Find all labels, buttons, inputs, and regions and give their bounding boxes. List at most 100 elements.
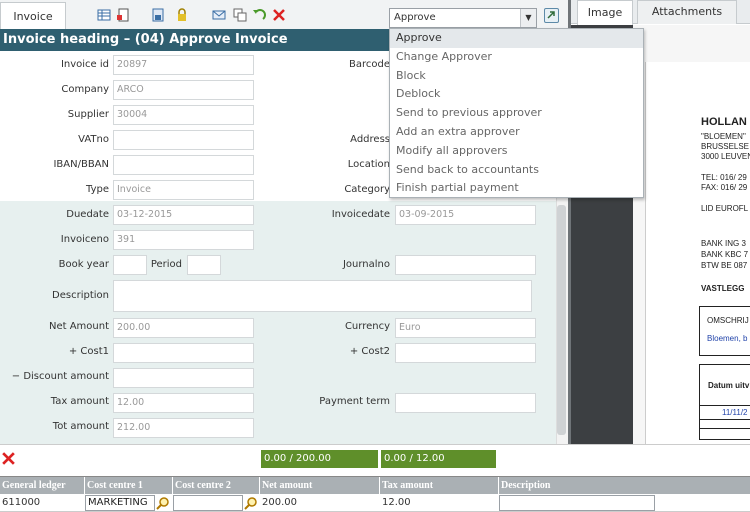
period-label: Period bbox=[150, 259, 182, 270]
description-field[interactable] bbox=[113, 280, 532, 312]
doc-bank1: BANK ING 3 bbox=[701, 239, 746, 248]
tab-image[interactable]: Image bbox=[577, 0, 633, 25]
cell-net-amount[interactable]: 200.00 bbox=[260, 494, 378, 512]
dropdown-option-approve[interactable]: Approve bbox=[390, 29, 643, 48]
book-year-field[interactable] bbox=[113, 255, 147, 275]
duedate-field[interactable]: 03-12-2015 bbox=[113, 205, 254, 225]
dropdown-option-block[interactable]: Block bbox=[390, 67, 643, 86]
doc-tel: TEL: 016/ 29 bbox=[701, 173, 747, 182]
doc-date: 11/11/2 bbox=[722, 408, 748, 417]
lock-icon[interactable] bbox=[175, 8, 189, 22]
dropdown-option-finish-partial[interactable]: Finish partial payment bbox=[390, 179, 643, 198]
supplier-field[interactable]: 30004 bbox=[113, 105, 254, 125]
list-view-icon[interactable] bbox=[97, 8, 111, 22]
cell-description-input[interactable] bbox=[499, 495, 655, 511]
invoice-id-label: Invoice id bbox=[60, 59, 109, 70]
net-total-box: 0.00 / 200.00 bbox=[261, 450, 378, 468]
dropdown-option-deblock[interactable]: Deblock bbox=[390, 85, 643, 104]
tot-amount-field[interactable]: 212.00 bbox=[113, 418, 254, 438]
invoice-id-field[interactable]: 20897 bbox=[113, 55, 254, 75]
delete-row-icon[interactable] bbox=[1, 451, 16, 466]
iban-label: IBAN/BBAN bbox=[53, 159, 109, 170]
dropdown-option-send-accountants[interactable]: Send back to accountants bbox=[390, 161, 643, 180]
invoicedate-field[interactable]: 03-09-2015 bbox=[395, 205, 536, 225]
delete-icon[interactable] bbox=[272, 8, 286, 22]
doc-addr3: 3000 LEUVEN bbox=[701, 152, 750, 161]
lookup-icon[interactable] bbox=[244, 496, 258, 510]
col-cost-centre-2[interactable]: Cost centre 2 bbox=[173, 477, 260, 495]
scrollbar-thumb[interactable] bbox=[557, 205, 566, 435]
supplier-label: Supplier bbox=[67, 109, 109, 120]
duedate-label: Duedate bbox=[66, 209, 109, 220]
cell-tax-amount[interactable]: 12.00 bbox=[380, 494, 498, 512]
undo-icon[interactable] bbox=[252, 8, 266, 22]
discount-field[interactable] bbox=[113, 368, 254, 388]
doc-datum: Datum uitv bbox=[708, 381, 750, 390]
invoiceno-field[interactable]: 391 bbox=[113, 230, 254, 250]
tax-total-box: 0.00 / 12.00 bbox=[381, 450, 496, 468]
iban-field[interactable] bbox=[113, 155, 254, 175]
col-description[interactable]: Description bbox=[499, 477, 750, 495]
tab-attachments[interactable]: Attachments bbox=[637, 0, 737, 24]
cell-cost-centre-1-input[interactable]: MARKETING bbox=[85, 495, 155, 511]
lookup-icon[interactable] bbox=[156, 496, 170, 510]
company-field[interactable]: ARCO bbox=[113, 80, 254, 100]
type-label: Type bbox=[86, 184, 109, 195]
col-cost-centre-1[interactable]: Cost centre 1 bbox=[85, 477, 173, 495]
doc-line bbox=[699, 405, 750, 406]
document-icon[interactable] bbox=[116, 8, 130, 22]
company-label: Company bbox=[61, 84, 109, 95]
invoicedate-label: Invoicedate bbox=[331, 209, 390, 220]
payment-term-label: Payment term bbox=[319, 396, 390, 407]
action-select[interactable]: Approve ▼ bbox=[389, 8, 537, 28]
dropdown-option-add-approver[interactable]: Add an extra approver bbox=[390, 123, 643, 142]
doc-btw: BTW BE 087 bbox=[701, 261, 748, 270]
doc-addr1: "BLOEMEN" bbox=[701, 132, 746, 141]
tax-amount-field[interactable]: 12.00 bbox=[113, 393, 254, 413]
location-label: Location bbox=[347, 159, 390, 170]
col-net-amount[interactable]: Net amount bbox=[260, 477, 380, 495]
doc-line bbox=[699, 419, 750, 420]
mail-icon[interactable] bbox=[212, 8, 226, 22]
book-year-label: Book year bbox=[58, 259, 109, 270]
vatno-field[interactable] bbox=[113, 130, 254, 150]
tab-invoice[interactable]: Invoice bbox=[0, 2, 66, 31]
doc-lid: LID EUROFL bbox=[701, 204, 749, 213]
cost2-field[interactable] bbox=[395, 343, 536, 363]
tax-amount-label: Tax amount bbox=[50, 396, 109, 407]
category-label: Category bbox=[344, 184, 390, 195]
payment-term-field[interactable] bbox=[395, 393, 536, 413]
doc-addr2: BRUSSELSE bbox=[701, 142, 750, 151]
doc-bank2: BANK KBC 7 bbox=[701, 250, 749, 259]
save-icon[interactable] bbox=[151, 8, 165, 22]
dropdown-option-change-approver[interactable]: Change Approver bbox=[390, 48, 643, 67]
dropdown-option-send-previous[interactable]: Send to previous approver bbox=[390, 104, 643, 123]
barcode-label: Barcode bbox=[349, 59, 390, 70]
cell-cost-centre-2-input[interactable] bbox=[173, 495, 243, 511]
net-amount-label: Net Amount bbox=[48, 321, 109, 332]
address-label: Address bbox=[350, 134, 390, 145]
col-tax-amount[interactable]: Tax amount bbox=[380, 477, 499, 495]
cost1-field[interactable] bbox=[113, 343, 254, 363]
doc-fax: FAX: 016/ 29 bbox=[701, 183, 748, 192]
description-label: Description bbox=[52, 290, 109, 301]
copy-icon[interactable] bbox=[233, 8, 247, 22]
execute-action-button[interactable] bbox=[544, 8, 559, 23]
net-amount-field[interactable]: 200.00 bbox=[113, 318, 254, 338]
type-field[interactable]: Invoice bbox=[113, 180, 254, 200]
dropdown-option-modify-approvers[interactable]: Modify all approvers bbox=[390, 142, 643, 161]
invoiceno-label: Invoiceno bbox=[60, 234, 109, 245]
doc-bloemen: Bloemen, b bbox=[707, 334, 748, 343]
action-dropdown-list[interactable]: Approve Change Approver Block Deblock Se… bbox=[389, 28, 644, 198]
table-row[interactable]: 611000 MARKETING 200.00 12.00 bbox=[0, 494, 750, 512]
currency-field[interactable]: Euro bbox=[395, 318, 536, 338]
doc-box-omschrijving bbox=[699, 306, 750, 356]
vatno-label: VATno bbox=[78, 134, 109, 145]
chevron-down-icon[interactable]: ▼ bbox=[520, 9, 536, 27]
journalno-field[interactable] bbox=[395, 255, 536, 275]
period-field[interactable] bbox=[187, 255, 221, 275]
doc-line bbox=[699, 428, 750, 429]
col-general-ledger[interactable]: General ledger bbox=[0, 477, 85, 495]
cost2-label: + Cost2 bbox=[349, 346, 390, 357]
cell-general-ledger[interactable]: 611000 bbox=[0, 494, 60, 512]
